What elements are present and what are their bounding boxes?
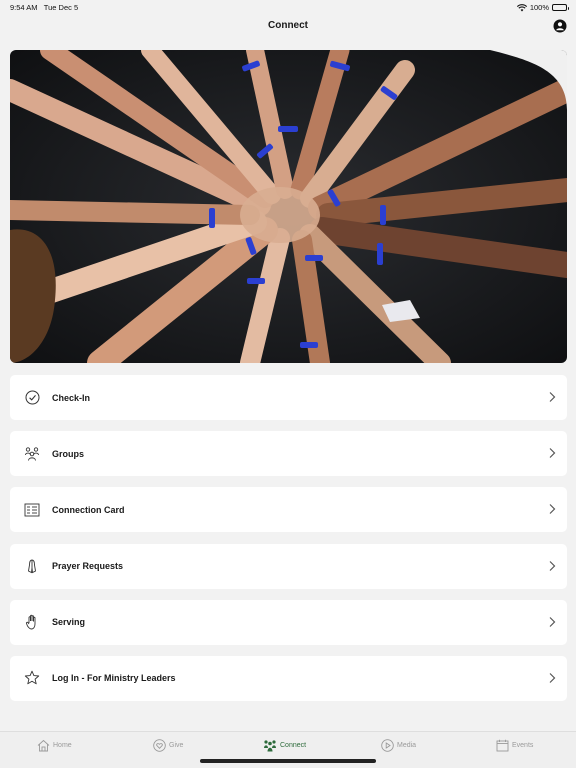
menu-item-label: Prayer Requests bbox=[52, 561, 124, 572]
menu-item-label: Groups bbox=[52, 448, 85, 459]
hero-image bbox=[10, 50, 567, 363]
tab-label: Events bbox=[512, 742, 534, 749]
menu-item-label: Serving bbox=[52, 617, 86, 628]
calendar-icon bbox=[496, 739, 509, 752]
home-indicator[interactable] bbox=[200, 759, 376, 763]
tab-label: Give bbox=[169, 742, 184, 749]
house-icon bbox=[37, 739, 50, 752]
battery-icon bbox=[552, 4, 569, 11]
menu-item-label: Log In - For Ministry Leaders bbox=[52, 673, 176, 684]
heart-circle-icon bbox=[153, 739, 166, 752]
menu-item-groups[interactable]: Groups bbox=[10, 431, 567, 477]
menu-item-connection-card[interactable]: Connection Card bbox=[10, 487, 567, 533]
chevron-right-icon bbox=[549, 560, 556, 571]
star-icon bbox=[24, 670, 40, 686]
tab-home[interactable]: Home bbox=[37, 739, 72, 752]
menu-item-check-in[interactable]: Check-In bbox=[10, 375, 567, 420]
menu-item-prayer-requests[interactable]: Prayer Requests bbox=[10, 543, 567, 589]
people-icon bbox=[264, 740, 276, 752]
hands-together-photo bbox=[10, 50, 567, 363]
tab-media[interactable]: Media bbox=[381, 739, 416, 752]
status-time-date: 9:54 AM Tue Dec 5 bbox=[10, 3, 79, 12]
menu-item-serving[interactable]: Serving bbox=[10, 599, 567, 645]
menu-item-log-in-ministry-leaders[interactable]: Log In - For Ministry Leaders bbox=[10, 655, 567, 701]
connect-menu: Check-In Groups Connection Card Prayer R… bbox=[10, 375, 567, 712]
status-indicators: 100% bbox=[516, 3, 569, 12]
menu-item-label: Connection Card bbox=[52, 504, 125, 515]
tab-connect[interactable]: Connect bbox=[263, 739, 306, 752]
tab-label: Connect bbox=[280, 742, 307, 749]
battery-percent: 100% bbox=[529, 3, 549, 12]
status-bar: 9:54 AM Tue Dec 5 100% bbox=[0, 0, 576, 14]
raised-hand-icon bbox=[24, 614, 40, 630]
chevron-right-icon bbox=[549, 504, 556, 515]
chevron-right-icon bbox=[549, 673, 556, 683]
chevron-right-icon bbox=[549, 448, 556, 459]
tab-label: Media bbox=[397, 742, 417, 749]
chevron-right-icon bbox=[549, 392, 556, 402]
menu-item-label: Check-In bbox=[52, 392, 91, 403]
page-title: Connect bbox=[268, 20, 308, 31]
checkmark-circle-icon bbox=[24, 390, 40, 406]
tab-give[interactable]: Give bbox=[153, 739, 183, 752]
tab-events[interactable]: Events bbox=[496, 739, 533, 752]
navigation-bar: Connect bbox=[0, 14, 576, 40]
group-people-icon bbox=[24, 446, 40, 462]
chevron-right-icon bbox=[549, 616, 556, 627]
play-circle-icon bbox=[381, 739, 394, 752]
person-circle-icon[interactable] bbox=[553, 19, 567, 33]
tab-label: Home bbox=[53, 742, 72, 749]
card-list-icon bbox=[24, 502, 40, 518]
wifi-icon bbox=[516, 3, 527, 11]
praying-hands-icon bbox=[24, 558, 40, 574]
